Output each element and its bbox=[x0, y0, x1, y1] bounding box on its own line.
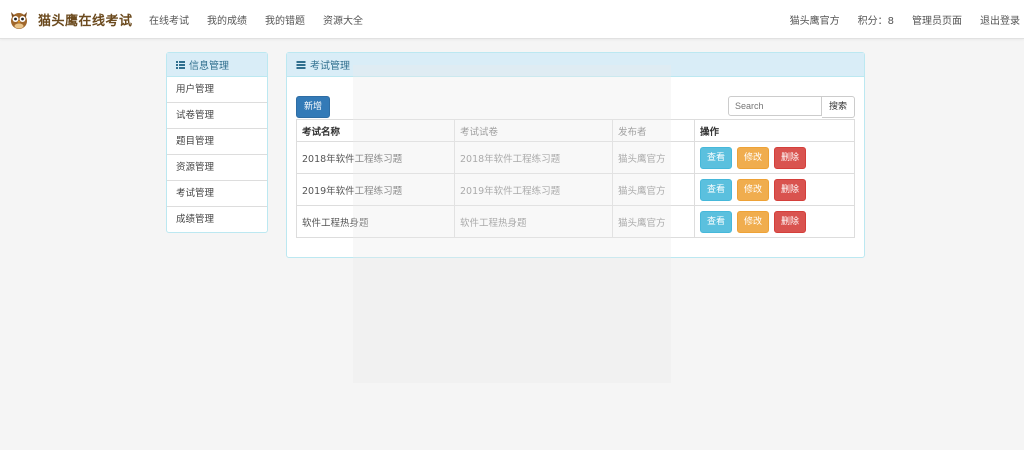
nav-points: 积分：8 bbox=[857, 15, 894, 27]
col-exam-paper: 考试试卷 bbox=[454, 119, 613, 142]
sidebar-panel: 信息管理 用户管理 试卷管理 题目管理 资源管理 考试管理 成绩管理 bbox=[166, 52, 268, 233]
exam-name: 2018年软件工程练习题 bbox=[296, 141, 455, 174]
view-button[interactable]: 查看 bbox=[700, 146, 732, 169]
list-icon bbox=[176, 60, 185, 69]
sidebar-item-scores[interactable]: 成绩管理 bbox=[167, 207, 267, 232]
view-button[interactable]: 查看 bbox=[700, 210, 732, 233]
exam-panel: 考试管理 新增 搜索 考试名称 考试试卷 发布者 操作 2018年软件工程练习题… bbox=[286, 52, 865, 258]
delete-button[interactable]: 删除 bbox=[774, 178, 807, 201]
exam-paper: 软件工程热身题 bbox=[454, 205, 613, 238]
exam-paper: 2018年软件工程练习题 bbox=[454, 141, 613, 174]
exam-panel-title: 考试管理 bbox=[310, 61, 350, 72]
user-nav: 猫头鹰官方 积分：8 管理员页面 退出登录 bbox=[772, 0, 1020, 38]
nav-my-scores[interactable]: 我的成绩 bbox=[207, 12, 247, 27]
exam-panel-header: 考试管理 bbox=[287, 53, 864, 77]
sidebar-item-papers[interactable]: 试卷管理 bbox=[167, 103, 267, 129]
nav-resources[interactable]: 资源大全 bbox=[323, 12, 363, 27]
sidebar-item-questions[interactable]: 题目管理 bbox=[167, 129, 267, 155]
owl-logo-icon bbox=[11, 12, 27, 29]
search-input[interactable] bbox=[727, 96, 822, 116]
sidebar-item-resources[interactable]: 资源管理 bbox=[167, 155, 267, 181]
delete-button[interactable]: 删除 bbox=[774, 210, 807, 233]
row-actions: 查看 修改 删除 bbox=[694, 141, 855, 174]
edit-button[interactable]: 修改 bbox=[737, 210, 770, 233]
brand-name: 猫头鹰在线考试 bbox=[38, 13, 133, 29]
edit-button[interactable]: 修改 bbox=[737, 178, 770, 201]
row-actions: 查看 修改 删除 bbox=[694, 173, 855, 206]
nav-logout[interactable]: 退出登录 bbox=[980, 12, 1020, 27]
nav-online-exam[interactable]: 在线考试 bbox=[149, 12, 189, 27]
search-group: 搜索 bbox=[727, 96, 855, 118]
exam-publisher: 猫头鹰官方 bbox=[612, 205, 695, 238]
main-nav: 在线考试 我的成绩 我的错题 资源大全 bbox=[149, 0, 381, 38]
col-publisher: 发布者 bbox=[612, 119, 695, 142]
edit-button[interactable]: 修改 bbox=[737, 146, 770, 169]
table-row: 2018年软件工程练习题 2018年软件工程练习题 猫头鹰官方 查看 修改 删除 bbox=[296, 141, 855, 174]
add-button[interactable]: 新增 bbox=[296, 96, 330, 118]
nav-admin[interactable]: 管理员页面 bbox=[912, 12, 962, 27]
table-row: 2019年软件工程练习题 2019年软件工程练习题 猫头鹰官方 查看 修改 删除 bbox=[296, 173, 855, 206]
exam-name: 2019年软件工程练习题 bbox=[296, 173, 455, 206]
nav-user[interactable]: 猫头鹰官方 bbox=[790, 12, 840, 27]
top-navbar: 猫头鹰在线考试 在线考试 我的成绩 我的错题 资源大全 猫头鹰官方 积分：8 管… bbox=[0, 0, 1024, 39]
brand[interactable]: 猫头鹰在线考试 bbox=[8, 7, 133, 31]
delete-button[interactable]: 删除 bbox=[774, 146, 807, 169]
search-button[interactable]: 搜索 bbox=[821, 96, 855, 118]
exam-paper: 2019年软件工程练习题 bbox=[454, 173, 613, 206]
exam-publisher: 猫头鹰官方 bbox=[612, 173, 695, 206]
menu-icon bbox=[296, 60, 306, 69]
sidebar-title: 信息管理 bbox=[189, 61, 229, 72]
exam-name: 软件工程热身题 bbox=[296, 205, 455, 238]
exam-table: 考试名称 考试试卷 发布者 操作 2018年软件工程练习题 2018年软件工程练… bbox=[296, 119, 855, 238]
row-actions: 查看 修改 删除 bbox=[694, 205, 855, 238]
table-header-row: 考试名称 考试试卷 发布者 操作 bbox=[296, 119, 855, 142]
table-row: 软件工程热身题 软件工程热身题 猫头鹰官方 查看 修改 删除 bbox=[296, 205, 855, 238]
view-button[interactable]: 查看 bbox=[700, 178, 732, 201]
nav-my-mistakes[interactable]: 我的错题 bbox=[265, 12, 305, 27]
col-exam-name: 考试名称 bbox=[296, 119, 455, 142]
sidebar-header: 信息管理 bbox=[167, 53, 267, 77]
exam-publisher: 猫头鹰官方 bbox=[612, 141, 695, 174]
sidebar-item-exams[interactable]: 考试管理 bbox=[167, 181, 267, 207]
sidebar-item-users[interactable]: 用户管理 bbox=[167, 77, 267, 103]
col-actions: 操作 bbox=[694, 119, 855, 142]
